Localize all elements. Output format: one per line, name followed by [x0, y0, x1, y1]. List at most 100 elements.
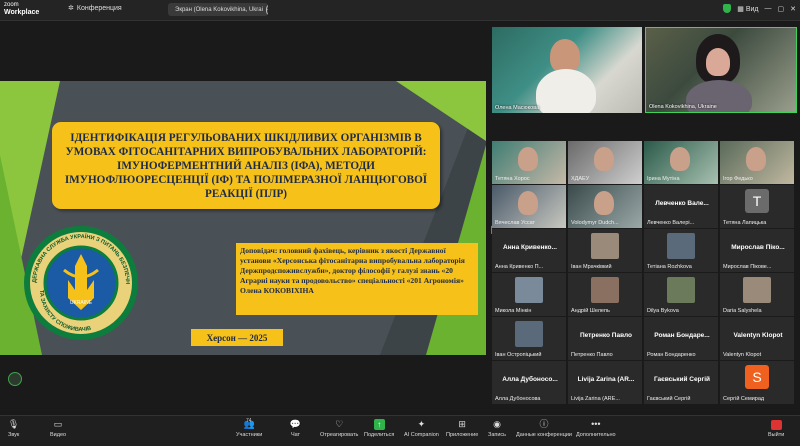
participant-name: Роман Бондаренко: [647, 352, 696, 358]
participant-tile[interactable]: Петренко Павло Петренко Павло: [568, 317, 642, 360]
person-silhouette: [536, 69, 596, 113]
city-year-box: Херсон — 2025: [191, 329, 283, 346]
speaker-video-2[interactable]: Olena Kokovikhina, Ukraine: [645, 27, 797, 113]
minimize-icon[interactable]: —: [765, 5, 772, 12]
participant-name: Ірина Мутіна: [647, 176, 680, 182]
participant-tile[interactable]: Мирослав Пiко... Мирослав Пiкове...: [720, 229, 794, 272]
participant-tile[interactable]: Іван Мрачківкий: [568, 229, 642, 272]
brand-line1: zoom: [4, 2, 19, 8]
close-icon[interactable]: ✕: [790, 5, 796, 13]
meeting-data-label: Данные конференции: [516, 432, 572, 438]
participant-display-name: Алла Дубоносо...: [502, 376, 558, 383]
participant-tile[interactable]: Гаєвський Сергій Гаєвський Сергій: [644, 361, 718, 404]
participant-tile[interactable]: Андрiй Шелепь: [568, 273, 642, 316]
participant-display-name: Гаєвський Сергій: [653, 376, 711, 383]
speaker-video-1[interactable]: Олена Масюкова: [492, 27, 642, 113]
svg-text:UKRAINE: UKRAINE: [70, 300, 93, 306]
video-button[interactable]: ▭ Видео: [50, 419, 66, 438]
participant-name: Андрiй Шелепь: [571, 308, 610, 314]
leave-button[interactable]: Выйти: [768, 419, 784, 438]
profile-photo: [515, 277, 543, 303]
meeting-data-button[interactable]: ⓘ Данные конференции: [516, 419, 572, 438]
participant-name: Iван Остропiцький: [495, 352, 542, 358]
view-label: Вид: [745, 5, 759, 13]
person-silhouette: [670, 147, 690, 171]
ai-companion-button[interactable]: ✦ AI Companion: [404, 419, 439, 438]
view-button[interactable]: ▦ Вид: [737, 5, 758, 13]
participant-name: Volodymyr Dudch...: [571, 220, 619, 226]
participant-tile[interactable]: Ігор Федько: [720, 141, 794, 184]
ai-label: AI Companion: [404, 432, 439, 438]
react-label: Отреагировать: [320, 432, 359, 438]
chat-button[interactable]: 💬 Чат: [290, 419, 301, 438]
participant-tile[interactable]: Daria Salyshela: [720, 273, 794, 316]
participant-display-name: Левченко Вале...: [655, 200, 709, 207]
apps-icon: ⊞: [458, 419, 466, 429]
screen-share-pill[interactable]: Экран (Olena Kokovikhina, Ukrai –: [168, 3, 268, 16]
share-label: Поделиться: [364, 432, 395, 438]
profile-photo: [743, 277, 771, 303]
participant-tile[interactable]: Ірина Мутіна: [644, 141, 718, 184]
top-right-controls: ▦ Вид — ▢ ✕: [723, 4, 796, 13]
meeting-label: Конференция: [76, 4, 122, 12]
apps-button[interactable]: ⊞ Приложение: [446, 419, 478, 438]
grid-icon: ▦: [737, 5, 744, 13]
zoom-logo: zoom Workplace: [4, 2, 39, 16]
bottom-toolbar: 🎙 Звук ▭ Видео 👥 74 Участники 💬 Чат ♡ От…: [0, 415, 800, 446]
slide-title-box: ІДЕНТИФІКАЦІЯ РЕГУЛЬОВАНИХ ШКІДЛИВИХ ОРГ…: [52, 122, 440, 209]
participant-display-name: Livija Zarina (AR...: [577, 376, 635, 383]
participant-tile[interactable]: Volodymyr Dudch...: [568, 185, 642, 228]
profile-photo: [591, 277, 619, 303]
participant-tile[interactable]: Iван Остропiцький: [492, 317, 566, 360]
participant-name: Тетяна Хорос: [495, 176, 530, 182]
share-button[interactable]: ↑ Поделиться: [364, 419, 394, 438]
participant-tile[interactable]: Роман Бондаре... Роман Бондаренко: [644, 317, 718, 360]
participant-name: Микола Мiнкiн: [495, 308, 532, 314]
participant-tile[interactable]: Dilya Bykova: [644, 273, 718, 316]
participant-name: Гаєвський Сергій: [647, 396, 691, 402]
participant-tile[interactable]: Тетяна Хорос: [492, 141, 566, 184]
participant-tile[interactable]: Вячеслав Уссат: [492, 185, 566, 228]
participant-tile[interactable]: Левченко Вале... Левченко Валерi...: [644, 185, 718, 228]
profile-photo: [591, 233, 619, 259]
record-label: Запись: [488, 432, 507, 438]
heart-icon: ♡: [335, 419, 344, 429]
participant-display-name: Valentyn Klopot: [733, 332, 783, 339]
participants-label: Участники: [236, 432, 263, 438]
participant-tile[interactable]: Valentyn Klopot Valentyn Klopot: [720, 317, 794, 360]
participants-button[interactable]: 👥 74 Участники: [236, 418, 263, 438]
participant-tile[interactable]: Алла Дубоносо... Алла Дубоносова: [492, 361, 566, 404]
participant-tile[interactable]: Анна Кривенко... Анна Кривенко П...: [492, 229, 566, 272]
shield-icon[interactable]: [723, 4, 732, 13]
participant-display-name: Петренко Павло: [579, 332, 633, 339]
record-button[interactable]: ◉ Запись: [488, 419, 506, 438]
participant-tile[interactable]: ХДАЕУ: [568, 141, 642, 184]
initial-avatar: S: [745, 365, 769, 389]
exit-icon: [770, 419, 782, 430]
react-button[interactable]: ♡ Отреагировать: [320, 419, 358, 438]
annotation-icon[interactable]: [8, 372, 22, 386]
participant-tile[interactable]: Livija Zarina (AR... Livija Zarina (ARE..…: [568, 361, 642, 404]
more-label: Дополнительно: [576, 432, 616, 438]
participant-tile[interactable]: Тетiана Rozhkova: [644, 229, 718, 272]
maximize-icon[interactable]: ▢: [778, 5, 785, 13]
participant-name: Анна Кривенко П...: [495, 264, 544, 270]
participant-name: Livija Zarina (ARE...: [571, 396, 620, 402]
participant-name: Іван Мрачківкий: [571, 264, 612, 270]
meeting-info-button[interactable]: ✲ Конференция: [68, 4, 122, 13]
participant-tile[interactable]: T Тетяна Лапицька: [720, 185, 794, 228]
share-screen-icon: ↑: [373, 419, 385, 430]
profile-photo: [667, 233, 695, 259]
profile-photo: [667, 277, 695, 303]
audio-button[interactable]: 🎙 Звук: [8, 419, 19, 438]
more-icon: •••: [591, 419, 601, 429]
participant-tile[interactable]: Микола Мiнкiн: [492, 273, 566, 316]
shared-slide: ІДЕНТИФІКАЦІЯ РЕГУЛЬОВАНИХ ШКІДЛИВИХ ОРГ…: [0, 81, 486, 355]
more-button[interactable]: ••• Дополнительно: [576, 419, 616, 438]
video-label: Видео: [50, 432, 67, 438]
participant-tile[interactable]: S Сергій Семирад: [720, 361, 794, 404]
stop-view-icon[interactable]: –: [265, 4, 268, 15]
chat-label: Чат: [290, 432, 301, 438]
participant-name: Левченко Валерi...: [647, 220, 695, 226]
record-icon: ◉: [493, 419, 501, 429]
